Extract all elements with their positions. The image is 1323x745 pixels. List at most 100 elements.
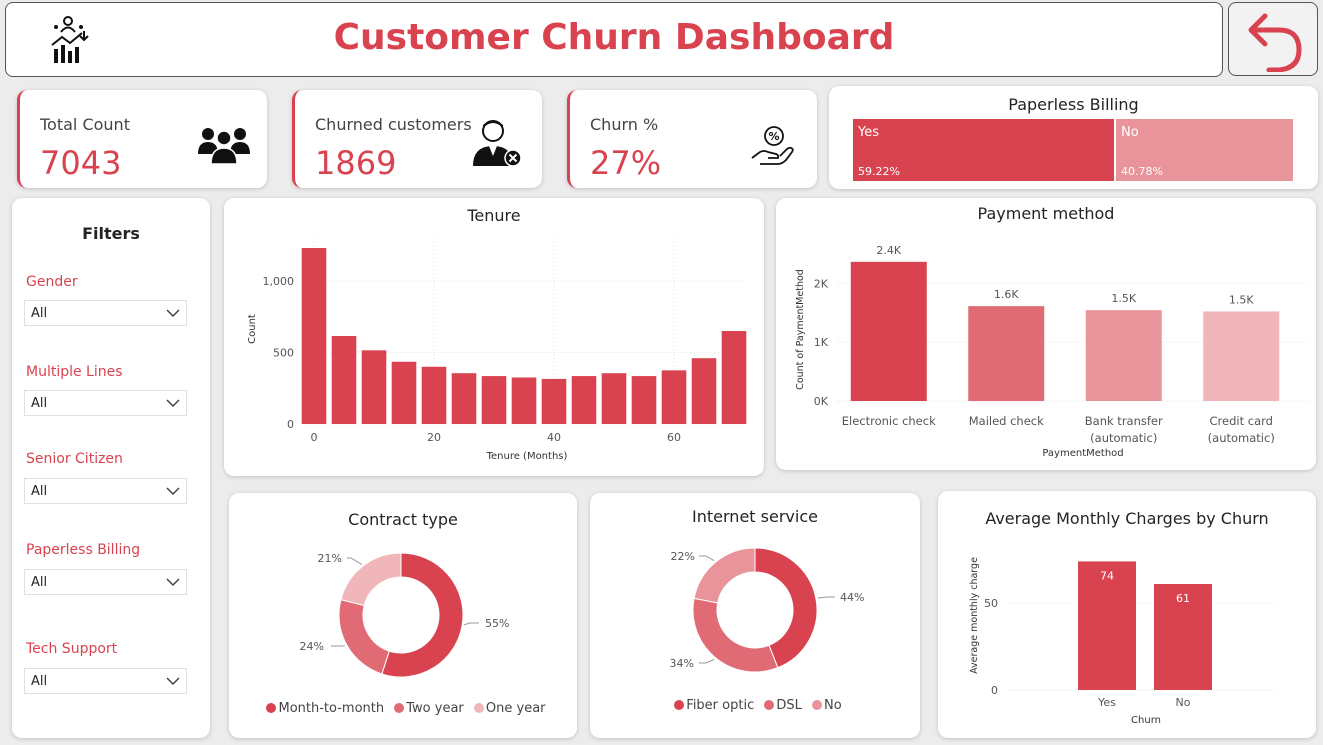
segment-percent: 59.22% bbox=[858, 165, 900, 178]
bar[interactable] bbox=[1085, 310, 1162, 401]
y-axis-label: Count bbox=[247, 314, 258, 344]
filter-label-tech-support: Tech Support bbox=[26, 641, 118, 657]
svg-text:%: % bbox=[768, 130, 779, 143]
histogram-bar[interactable] bbox=[421, 366, 447, 424]
filter-label-gender: Gender bbox=[26, 274, 78, 290]
chart-legend: Month-to-month Two year One year bbox=[229, 701, 577, 716]
legend-swatch bbox=[764, 700, 775, 710]
y-tick-label: 0K bbox=[814, 395, 829, 408]
data-label: 34% bbox=[670, 657, 694, 670]
donut-slice[interactable] bbox=[692, 597, 779, 673]
segment-percent: 40.78% bbox=[1121, 165, 1163, 178]
x-tick-label: (automatic) bbox=[1090, 431, 1157, 445]
histogram-bar[interactable] bbox=[511, 377, 537, 425]
data-label: 1.6K bbox=[994, 288, 1019, 301]
bar[interactable] bbox=[1203, 311, 1280, 401]
multiple-lines-dropdown[interactable]: All bbox=[24, 390, 187, 416]
legend-swatch bbox=[266, 703, 277, 713]
data-label: 1.5K bbox=[1229, 293, 1254, 306]
chevron-down-icon bbox=[166, 677, 180, 686]
chevron-down-icon bbox=[166, 399, 180, 408]
x-tick-label: Bank transfer bbox=[1085, 414, 1163, 428]
senior-citizen-dropdown[interactable]: All bbox=[24, 478, 187, 504]
data-label: 24% bbox=[300, 640, 324, 653]
leader-line bbox=[699, 555, 715, 562]
legend-label: One year bbox=[485, 701, 546, 716]
leader-line bbox=[817, 596, 835, 599]
kpi-value: 1869 bbox=[315, 144, 397, 182]
dropdown-value: All bbox=[31, 674, 48, 689]
x-tick-label: Credit card bbox=[1210, 414, 1273, 428]
x-tick-label: Mailed check bbox=[969, 414, 1044, 428]
filter-label-paperless-billing: Paperless Billing bbox=[26, 542, 141, 558]
page-title: Customer Churn Dashboard bbox=[333, 17, 895, 58]
gender-dropdown[interactable]: All bbox=[24, 300, 187, 326]
avg-charges-chart-card: Average Monthly Charges by Churn 0 50 74 Ye… bbox=[938, 491, 1316, 738]
histogram-bar[interactable] bbox=[721, 331, 747, 424]
x-tick-label: 40 bbox=[547, 431, 561, 444]
bar[interactable] bbox=[968, 306, 1045, 401]
data-label: 2.4K bbox=[876, 244, 901, 257]
histogram-bar[interactable] bbox=[481, 376, 507, 424]
kpi-value: 27% bbox=[590, 144, 662, 182]
payment-chart-card: Payment method 0K 1K 2K 2.4K Electronic chec… bbox=[776, 198, 1316, 470]
filter-label-multiple-lines: Multiple Lines bbox=[26, 364, 123, 380]
legend-label: Month-to-month bbox=[278, 701, 385, 716]
kpi-value: 7043 bbox=[40, 144, 122, 182]
histogram-bar[interactable] bbox=[661, 370, 687, 424]
tech-support-dropdown[interactable]: All bbox=[24, 668, 187, 694]
paperless-no-segment[interactable]: No 40.78% bbox=[1114, 119, 1293, 181]
histogram-bar[interactable] bbox=[331, 336, 357, 424]
y-tick-label: 1K bbox=[814, 336, 829, 349]
donut-slice[interactable] bbox=[338, 598, 390, 675]
histogram-bar[interactable] bbox=[391, 361, 417, 424]
histogram-bar[interactable] bbox=[541, 378, 567, 424]
leader-line bbox=[699, 658, 715, 664]
kpi-total-count: Total Count 7043 bbox=[17, 90, 267, 188]
chart-title: Paperless Billing bbox=[1008, 95, 1139, 114]
tenure-chart-card: Tenure 0 500 1,000 0 20 40 60 Tenure (Months) Co… bbox=[224, 198, 764, 476]
kpi-label: Total Count bbox=[40, 115, 130, 134]
histogram-bar[interactable] bbox=[691, 358, 717, 424]
donut-slice[interactable] bbox=[340, 552, 402, 607]
legend-label: Two year bbox=[406, 701, 464, 716]
x-axis-label: Churn bbox=[1131, 715, 1161, 726]
paperless-yes-segment[interactable]: Yes 59.22% bbox=[853, 119, 1114, 181]
data-label: 1.5K bbox=[1111, 292, 1136, 305]
legend-label: Fiber optic bbox=[686, 698, 755, 713]
legend-swatch bbox=[674, 700, 685, 710]
chevron-down-icon bbox=[166, 487, 180, 496]
histogram-bar[interactable] bbox=[301, 248, 327, 424]
x-tick-label: No bbox=[1176, 696, 1191, 709]
back-arrow-icon bbox=[1248, 13, 1302, 72]
internet-chart-card: Internet service 44% 34% 22% Fiber optic D… bbox=[590, 493, 920, 738]
y-tick-label: 1,000 bbox=[263, 275, 295, 288]
percent-hand-icon: % bbox=[751, 126, 794, 165]
chevron-down-icon bbox=[166, 578, 180, 587]
user-remove-icon bbox=[473, 120, 522, 167]
dropdown-value: All bbox=[31, 484, 48, 499]
x-axis-label: Tenure (Months) bbox=[486, 451, 568, 462]
back-button[interactable] bbox=[1228, 2, 1318, 76]
leader-line bbox=[464, 622, 479, 626]
y-tick-label: 0 bbox=[991, 684, 998, 697]
x-axis-label: PaymentMethod bbox=[1042, 448, 1123, 459]
dropdown-value: All bbox=[31, 575, 48, 590]
paperless-billing-dropdown[interactable]: All bbox=[24, 569, 187, 595]
histogram-bar[interactable] bbox=[451, 373, 477, 424]
y-axis-label: Count of PaymentMethod bbox=[795, 269, 806, 390]
data-label: 74 bbox=[1100, 569, 1114, 582]
histogram-bar[interactable] bbox=[631, 376, 657, 424]
legend-label: DSL bbox=[776, 698, 802, 713]
histogram-bar[interactable] bbox=[361, 350, 387, 424]
histogram-bar[interactable] bbox=[571, 376, 597, 424]
contract-chart-card: Contract type 55% 24% 21% Month-to-month T… bbox=[229, 493, 577, 738]
y-tick-label: 500 bbox=[273, 346, 294, 359]
group-people-icon bbox=[198, 128, 250, 165]
y-tick-label: 0 bbox=[287, 418, 294, 431]
legend-swatch bbox=[394, 703, 405, 713]
histogram-bar[interactable] bbox=[601, 373, 627, 424]
leader-line bbox=[347, 557, 363, 565]
data-label: 44% bbox=[840, 591, 864, 604]
bar[interactable] bbox=[850, 261, 927, 401]
